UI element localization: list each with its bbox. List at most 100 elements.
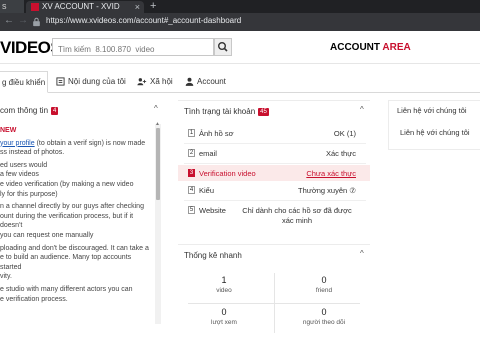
status-row-email: 2 email Xác thực (178, 149, 370, 161)
account-area-area: AREA (382, 42, 411, 53)
status-row-number: 1 (188, 129, 195, 137)
contact-us-link[interactable]: Liên hệ với chúng tôi (400, 128, 470, 137)
chevron-up-icon[interactable]: ^ (154, 104, 158, 113)
info-panel-content: NEW your profile (to obtain a verif sign)… (0, 126, 154, 304)
info-line: ss instead of photos. (0, 148, 154, 158)
stat-value: 1 (221, 275, 227, 285)
stat-label: người theo dõi (302, 319, 346, 326)
search-input[interactable] (53, 41, 203, 58)
contact-panel-title: Liên hệ với chúng tôi (397, 106, 467, 115)
browser-tab-title: XV ACCOUNT - XVID (42, 2, 120, 11)
info-line-text: ly for this purpose) (0, 190, 58, 198)
new-tab-button[interactable]: + (150, 0, 156, 13)
tab-account-label: Account (197, 77, 226, 86)
info-line: e video verification (by making a new vi… (0, 180, 154, 190)
account-tabs: g điều khiển Nội dung của tôi Xã hội Acc… (0, 71, 480, 93)
info-line-text: you can request one manually (0, 231, 94, 239)
status-row-label: email (199, 149, 217, 158)
stat-videos[interactable]: 1 video (184, 275, 264, 294)
divider (188, 303, 360, 304)
browser-tab-previous-label: s (2, 1, 7, 11)
info-line-text: e to build an audience. Many top account… (0, 254, 132, 271)
stat-friends[interactable]: 0 friend (284, 275, 364, 294)
status-row-value: Xác thực (325, 149, 356, 158)
info-line: you can request one manually (0, 231, 154, 241)
quick-stats-panel: Thống kê nhanh ^ 1 video 0 friend 0 lượt… (178, 244, 370, 337)
info-line-text: (to obtain a verif sign) is now made (34, 139, 146, 147)
info-panel-title: com thông tin 4 (0, 106, 59, 115)
quick-stats-title: Thống kê nhanh (184, 251, 242, 260)
status-row-number: 3 (188, 169, 195, 177)
status-row-value: OK (1) (333, 129, 356, 138)
stat-label: friend (315, 287, 333, 294)
verify-now-link[interactable]: Chưa xác thực (306, 169, 356, 178)
status-row-value: Chỉ dành cho các hồ sơ đã được xác minh (242, 206, 352, 225)
tab-social-label: Xã hội (150, 77, 173, 86)
forward-arrow-icon[interactable]: → (18, 15, 28, 26)
info-panel: com thông tin 4 ^ NEW your profile (to obt… (0, 100, 165, 337)
account-status-badge: 45 (258, 108, 269, 116)
status-row-verification-video: 3 Verification video Chưa xác thực (178, 165, 370, 181)
stat-label: video (216, 287, 232, 294)
close-tab-icon[interactable]: × (135, 1, 140, 13)
scroll-up-arrow-icon[interactable]: ▲ (155, 121, 160, 127)
info-panel-title-text: com thông tin (0, 106, 49, 115)
info-line: e studio with many different actors you … (0, 285, 154, 295)
stat-value: 0 (221, 307, 227, 317)
contact-panel: Liên hệ với chúng tôi Liên hệ với chúng … (388, 100, 480, 150)
info-line: ed users would (0, 161, 154, 171)
status-row-number: 5 (188, 206, 195, 214)
info-line-text: vity. (0, 273, 12, 281)
tab-social[interactable]: Xã hội (137, 71, 173, 93)
tab-my-content-label: Nội dung của tôi (68, 77, 126, 86)
info-line-text: ount during the verification process, bu… (0, 212, 134, 230)
info-line-text: NEW (0, 127, 17, 134)
info-line: your profile (to obtain a verif sign) is… (0, 139, 154, 149)
divider (184, 163, 366, 164)
browser-tab-bar: s XV ACCOUNT - XVID × + (0, 0, 480, 13)
chevron-up-icon[interactable]: ^ (360, 249, 364, 258)
social-icon (137, 78, 147, 86)
profile-link[interactable]: your profile (0, 140, 35, 147)
site-header: VIDEOS ACCOUNT AREA (0, 31, 480, 64)
tab-my-content[interactable]: Nội dung của tôi (56, 71, 126, 93)
info-line: ount during the verification process, bu… (0, 212, 154, 231)
browser-tab-active[interactable]: XV ACCOUNT - XVID × (26, 1, 144, 13)
account-area-title: ACCOUNT AREA (330, 42, 411, 53)
tab-dashboard[interactable]: g điều khiển (0, 71, 48, 93)
status-row-label: Kiểu (199, 186, 215, 195)
info-line-text: n a channel directly by our guys after c… (0, 203, 144, 211)
info-line-text: e studio with many different actors you … (0, 285, 133, 293)
status-row-number: 2 (188, 149, 195, 157)
tab-dashboard-label: g điều khiển (2, 78, 46, 87)
info-line: ly for this purpose) (0, 190, 154, 200)
back-arrow-icon[interactable]: ← (4, 15, 14, 26)
account-status-panel: Tình trạng tài khoản 45 ^ 1 Ảnh hồ sơ OK … (178, 100, 370, 235)
status-row-value[interactable]: Thường xuyên ⑦ (298, 186, 356, 195)
status-row-number: 4 (188, 186, 195, 194)
address-bar: ← → https://www.xvideos.com/account#_acc… (0, 13, 480, 31)
account-area-account: ACCOUNT (330, 42, 380, 53)
favicon-icon (31, 3, 39, 11)
stat-value: 0 (321, 275, 327, 285)
lock-icon (33, 17, 40, 27)
status-row-label: Ảnh hồ sơ (199, 129, 234, 138)
status-row-profile-photo: 1 Ảnh hồ sơ OK (1) (178, 129, 370, 141)
stat-followers[interactable]: 0 người theo dõi (284, 307, 364, 326)
stat-value: 0 (321, 307, 327, 317)
info-scrollbar-thumb[interactable] (156, 128, 160, 200)
url-text[interactable]: https://www.xvideos.com/account#_account… (46, 16, 241, 25)
status-row-type: 4 Kiểu Thường xuyên ⑦ (178, 186, 370, 198)
search-button[interactable] (214, 38, 232, 56)
info-line-text: ploading and don't be discouraged. It ca… (0, 244, 149, 252)
stat-views[interactable]: 0 lượt xem (184, 307, 264, 326)
account-status-title-text: Tình trạng tài khoản (184, 107, 256, 116)
chevron-up-icon[interactable]: ^ (360, 105, 364, 114)
status-row-label: Verification video (199, 169, 256, 178)
info-line-text: ss instead of photos. (0, 149, 65, 157)
search-field[interactable] (52, 38, 214, 58)
browser-tab-previous[interactable]: s (0, 0, 24, 13)
tab-account[interactable]: Account (185, 71, 226, 93)
info-line: e verification process. (0, 295, 154, 305)
info-line-text: e video verification (by making a new vi… (0, 180, 134, 188)
